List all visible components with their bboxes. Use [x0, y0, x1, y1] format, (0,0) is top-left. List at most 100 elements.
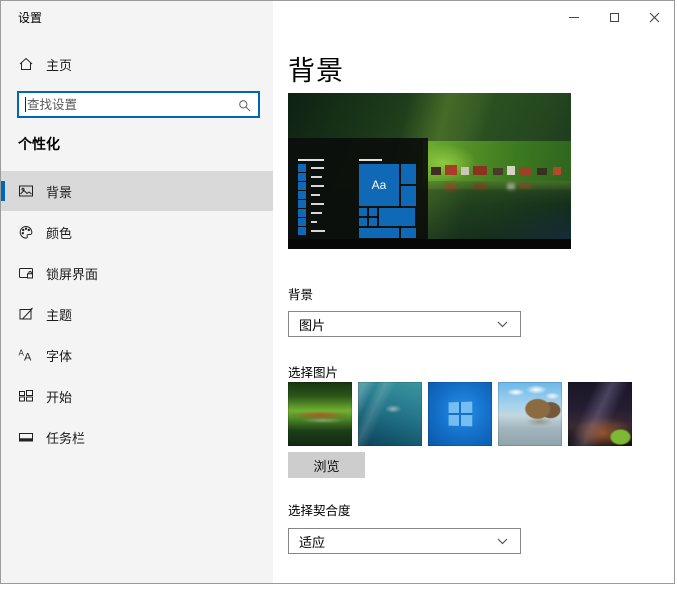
background-type-value: 图片	[299, 317, 326, 333]
personalization-heading: 个性化	[18, 136, 60, 152]
lock-screen-icon	[18, 265, 34, 281]
sidebar-item-label: 任务栏	[46, 430, 86, 446]
minimize-button[interactable]	[554, 1, 594, 33]
home-icon	[18, 56, 34, 72]
background-dropdown-label: 背景	[288, 288, 314, 302]
menu-item-line	[311, 176, 322, 178]
menu-item-icon	[298, 182, 306, 190]
start-tile	[359, 218, 367, 226]
start-tile	[401, 164, 416, 184]
menu-item-icon	[298, 191, 306, 199]
house-rect	[507, 166, 515, 175]
menu-item-line	[311, 167, 324, 169]
house-rect	[461, 167, 469, 175]
menu-item-line	[311, 194, 320, 196]
village-houses	[423, 141, 571, 181]
fit-dropdown[interactable]: 适应	[288, 528, 521, 554]
menu-item-icon	[298, 200, 306, 208]
sidebar-item-label: 开始	[46, 389, 73, 405]
sidebar-item-fonts[interactable]: A A 字体	[1, 335, 273, 375]
taskbar-icon	[18, 429, 34, 445]
wallpaper-thumbnail-night-sky[interactable]	[568, 382, 632, 446]
wallpaper-thumbnail-windows-default[interactable]	[428, 382, 492, 446]
sidebar-item-lock-screen[interactable]: 锁屏界面	[1, 253, 273, 293]
theme-icon	[18, 306, 34, 322]
svg-text:A: A	[24, 352, 32, 364]
settings-window: 设置 主页 个性化	[0, 0, 675, 584]
house-rect	[537, 168, 547, 175]
house-rect	[431, 167, 441, 175]
palette-icon	[18, 224, 34, 240]
start-tile	[401, 228, 416, 238]
close-icon	[649, 12, 659, 22]
page-title: 背景	[288, 56, 344, 86]
menu-item-icon	[298, 218, 306, 226]
sidebar: 设置 主页 个性化	[1, 1, 273, 583]
sidebar-item-themes[interactable]: 主题	[1, 294, 273, 334]
menu-item-icon	[298, 209, 306, 217]
background-preview-image: Aa	[288, 93, 571, 249]
sidebar-item-start[interactable]: 开始	[1, 376, 273, 416]
sidebar-item-home[interactable]: 主页	[1, 51, 273, 77]
start-menu-preview: Aa	[288, 138, 428, 239]
start-tile	[401, 186, 416, 206]
minimize-icon	[569, 16, 579, 18]
start-tile	[369, 218, 377, 226]
menu-item-icon	[298, 227, 306, 235]
maximize-button[interactable]	[594, 1, 634, 33]
menu-item-icon	[298, 164, 306, 172]
browse-button[interactable]: 浏览	[288, 452, 365, 478]
search-icon[interactable]	[238, 99, 251, 117]
window-controls	[554, 1, 674, 33]
house-rect	[519, 167, 531, 175]
sidebar-item-label: 背景	[46, 184, 73, 200]
main-content: 背景 Aa 背景 图片 选择图片 浏览 选择契合度 适应	[274, 1, 674, 583]
sidebar-item-label: 字体	[46, 348, 73, 364]
text-caret	[25, 97, 26, 112]
sidebar-item-colors[interactable]: 颜色	[1, 212, 273, 252]
menu-header-line	[298, 159, 324, 161]
close-button[interactable]	[634, 1, 674, 33]
start-tile	[379, 208, 415, 226]
wallpaper-thumbnails	[288, 382, 632, 446]
search-box	[17, 91, 260, 118]
wallpaper-thumbnail-underwater[interactable]	[358, 382, 422, 446]
wallpaper-thumbnail-fjord[interactable]	[288, 382, 352, 446]
menu-item-line	[311, 185, 324, 187]
window-title: 设置	[18, 11, 43, 25]
house-rect	[473, 166, 487, 175]
picture-icon	[18, 183, 34, 199]
maximize-icon	[609, 12, 619, 22]
house-rect	[493, 168, 503, 175]
choose-picture-label: 选择图片	[288, 366, 339, 380]
menu-item-line	[311, 203, 324, 205]
house-rect	[445, 165, 457, 175]
windows-logo	[448, 401, 473, 427]
start-icon	[18, 388, 34, 404]
sidebar-item-label: 锁屏界面	[46, 266, 99, 282]
selection-accent-bar	[1, 181, 5, 201]
menu-item-line	[311, 221, 317, 223]
font-preview-tile: Aa	[359, 164, 399, 206]
background-type-dropdown[interactable]: 图片	[288, 311, 521, 337]
menu-item-line	[311, 230, 325, 232]
tiles-header-line	[359, 159, 382, 161]
choose-fit-label: 选择契合度	[288, 504, 351, 518]
start-tile	[369, 208, 377, 216]
start-tile	[359, 208, 367, 216]
menu-item-line	[311, 212, 322, 214]
chevron-down-icon	[497, 538, 508, 544]
sidebar-item-label: 主题	[46, 307, 73, 323]
wallpaper-thumbnail-beach[interactable]	[498, 382, 562, 446]
fonts-icon: A A	[18, 347, 34, 364]
chevron-down-icon	[497, 321, 508, 327]
menu-item-icon	[298, 173, 306, 181]
sidebar-item-label: 颜色	[46, 225, 73, 241]
sidebar-item-background[interactable]: 背景	[1, 171, 273, 211]
home-label: 主页	[46, 57, 73, 73]
sidebar-item-taskbar[interactable]: 任务栏	[1, 417, 273, 457]
preview-taskbar-bar	[288, 239, 571, 249]
search-input[interactable]	[19, 93, 258, 116]
start-tile	[359, 228, 399, 238]
fit-value: 适应	[299, 534, 326, 550]
